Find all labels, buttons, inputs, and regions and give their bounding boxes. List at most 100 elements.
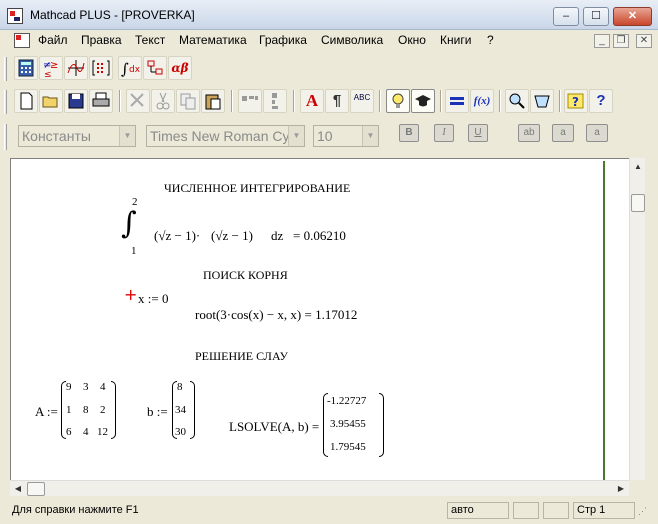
superscript-button[interactable]: a: [552, 124, 574, 142]
section-title-root: ПОИСК КОРНЯ: [203, 268, 288, 282]
integral-differential: dz: [271, 228, 284, 243]
title-bar: Mathcad PLUS - [PROVERKA] – ☐ ✕: [0, 0, 658, 30]
vector-b-right-bracket: [190, 381, 195, 439]
integral-sign: ∫: [121, 206, 137, 241]
menu-window[interactable]: Окно: [398, 33, 426, 47]
calculus-icon[interactable]: ∫ dx: [118, 56, 142, 80]
function-icon[interactable]: f(x): [470, 89, 494, 113]
italic-button[interactable]: I: [434, 124, 454, 142]
matrix-a-cell: 3: [83, 381, 89, 393]
calculator-icon[interactable]: [14, 56, 38, 80]
resource-icon[interactable]: [411, 89, 435, 113]
menu-edit[interactable]: Правка: [81, 33, 122, 47]
root-expression[interactable]: root(3·cos(x) − x, x) = 1.17012: [195, 307, 357, 323]
toolbar-grip[interactable]: [4, 57, 7, 81]
cut-icon[interactable]: [151, 89, 175, 113]
spell-icon[interactable]: ABC: [350, 89, 374, 113]
copy-icon[interactable]: [176, 89, 200, 113]
math-palette-toolbar: ≠ ≥ ≤ ∫ dx αβ: [0, 52, 658, 86]
save-icon[interactable]: [64, 89, 88, 113]
doc-restore-button[interactable]: ❐: [613, 34, 629, 48]
status-mode: авто: [447, 502, 509, 519]
zoom-icon[interactable]: [505, 89, 529, 113]
check-icon[interactable]: [126, 89, 150, 113]
equal-icon[interactable]: [445, 89, 469, 113]
integrand-a: √z − 1: [158, 228, 192, 243]
menu-symbolics[interactable]: Символика: [321, 33, 383, 47]
open-icon[interactable]: [39, 89, 63, 113]
matrix-a-cell: 12: [97, 426, 108, 438]
style-select[interactable]: Константы ▼: [18, 125, 136, 147]
lsolve-result-cell: -1.22727: [327, 395, 367, 407]
matrix-a-cell: 4: [100, 381, 106, 393]
matrix-a-label[interactable]: A :=: [35, 404, 58, 420]
menu-books[interactable]: Книги: [440, 33, 471, 47]
lsolve-result-cell: 1.79545: [330, 441, 366, 453]
scroll-right-icon[interactable]: ▶: [613, 481, 629, 497]
standard-toolbar: A ¶ ABC f(x) ? ?: [0, 86, 658, 118]
bold-button[interactable]: B: [399, 124, 419, 142]
toolbar-grip[interactable]: [4, 124, 7, 150]
chevron-down-icon: ▼: [288, 126, 304, 146]
toolbar-separator: [499, 90, 501, 112]
new-icon[interactable]: [14, 89, 38, 113]
svg-text:≤: ≤: [44, 70, 52, 79]
x-assignment[interactable]: x := 0: [138, 291, 168, 307]
lsolve-result-cell: 3.95455: [330, 418, 366, 430]
quicksheet-icon[interactable]: ?: [564, 89, 588, 113]
minimize-button[interactable]: –: [553, 7, 579, 26]
toolbar-separator: [440, 90, 442, 112]
matrix-icon[interactable]: [89, 56, 113, 80]
toolbar-separator: [559, 90, 561, 112]
vector-b-label[interactable]: b :=: [147, 404, 168, 420]
maximize-button[interactable]: ☐: [583, 7, 609, 26]
close-button[interactable]: ✕: [613, 7, 652, 26]
menu-math[interactable]: Математика: [179, 33, 247, 47]
horizontal-scroll-thumb[interactable]: [27, 482, 45, 496]
svg-text:∫: ∫: [121, 60, 129, 78]
graph-icon[interactable]: [64, 56, 88, 80]
scroll-left-icon[interactable]: ◀: [10, 481, 26, 497]
calc-icon[interactable]: [530, 89, 554, 113]
align-v-icon[interactable]: [263, 89, 287, 113]
menu-help[interactable]: ?: [487, 33, 494, 47]
chevron-down-icon: ▼: [362, 126, 378, 146]
worksheet[interactable]: ЧИСЛЕННОЕ ИНТЕГРИРОВАНИЕ ∫ 2 1 (√z − 1)·…: [10, 158, 629, 480]
menu-graphics[interactable]: Графика: [259, 33, 307, 47]
menu-file[interactable]: Файл: [38, 33, 68, 47]
toolbar-grip[interactable]: [4, 90, 7, 114]
mathcad-app-icon[interactable]: [7, 8, 23, 24]
paragraph-icon[interactable]: ¶: [325, 89, 349, 113]
font-select[interactable]: Times New Roman Cyr ▼: [146, 125, 305, 147]
resize-grip-icon[interactable]: ⋰: [638, 506, 652, 520]
subscript-button[interactable]: ab: [518, 124, 540, 142]
toolbar-separator: [379, 90, 381, 112]
programming-icon[interactable]: [143, 56, 167, 80]
integral-result[interactable]: = 0.06210: [293, 228, 346, 244]
print-icon[interactable]: [89, 89, 113, 113]
status-help-text: Для справки нажмите F1: [12, 504, 139, 516]
scroll-up-icon[interactable]: ▲: [630, 158, 646, 176]
menu-text[interactable]: Текст: [135, 33, 165, 47]
greek-palette-button[interactable]: αβ: [168, 56, 192, 80]
text-icon[interactable]: A: [300, 89, 324, 113]
align-h-icon[interactable]: [238, 89, 262, 113]
doc-close-button[interactable]: ✕: [636, 34, 652, 48]
bulb-icon[interactable]: [386, 89, 410, 113]
vertical-scroll-thumb[interactable]: [631, 194, 645, 212]
align-button[interactable]: a: [586, 124, 608, 142]
integrand-part-2[interactable]: (√z − 1): [211, 228, 253, 244]
vertical-scrollbar[interactable]: ▲: [629, 158, 645, 480]
font-size-select[interactable]: 10 ▼: [313, 125, 379, 147]
underline-button[interactable]: U: [468, 124, 488, 142]
status-page: Стр 1: [573, 502, 635, 519]
boolean-icon[interactable]: ≠ ≥ ≤: [39, 56, 63, 80]
document-icon[interactable]: [14, 33, 30, 48]
style-select-value: Константы: [22, 128, 91, 144]
doc-minimize-button[interactable]: _: [594, 34, 610, 48]
help-icon[interactable]: ?: [589, 89, 613, 113]
lsolve-expression[interactable]: LSOLVE(A, b) =: [229, 419, 319, 435]
integrand-part-1[interactable]: (√z − 1)·: [154, 228, 200, 244]
horizontal-scrollbar[interactable]: ◀ ▶: [10, 480, 629, 496]
paste-icon[interactable]: [201, 89, 225, 113]
